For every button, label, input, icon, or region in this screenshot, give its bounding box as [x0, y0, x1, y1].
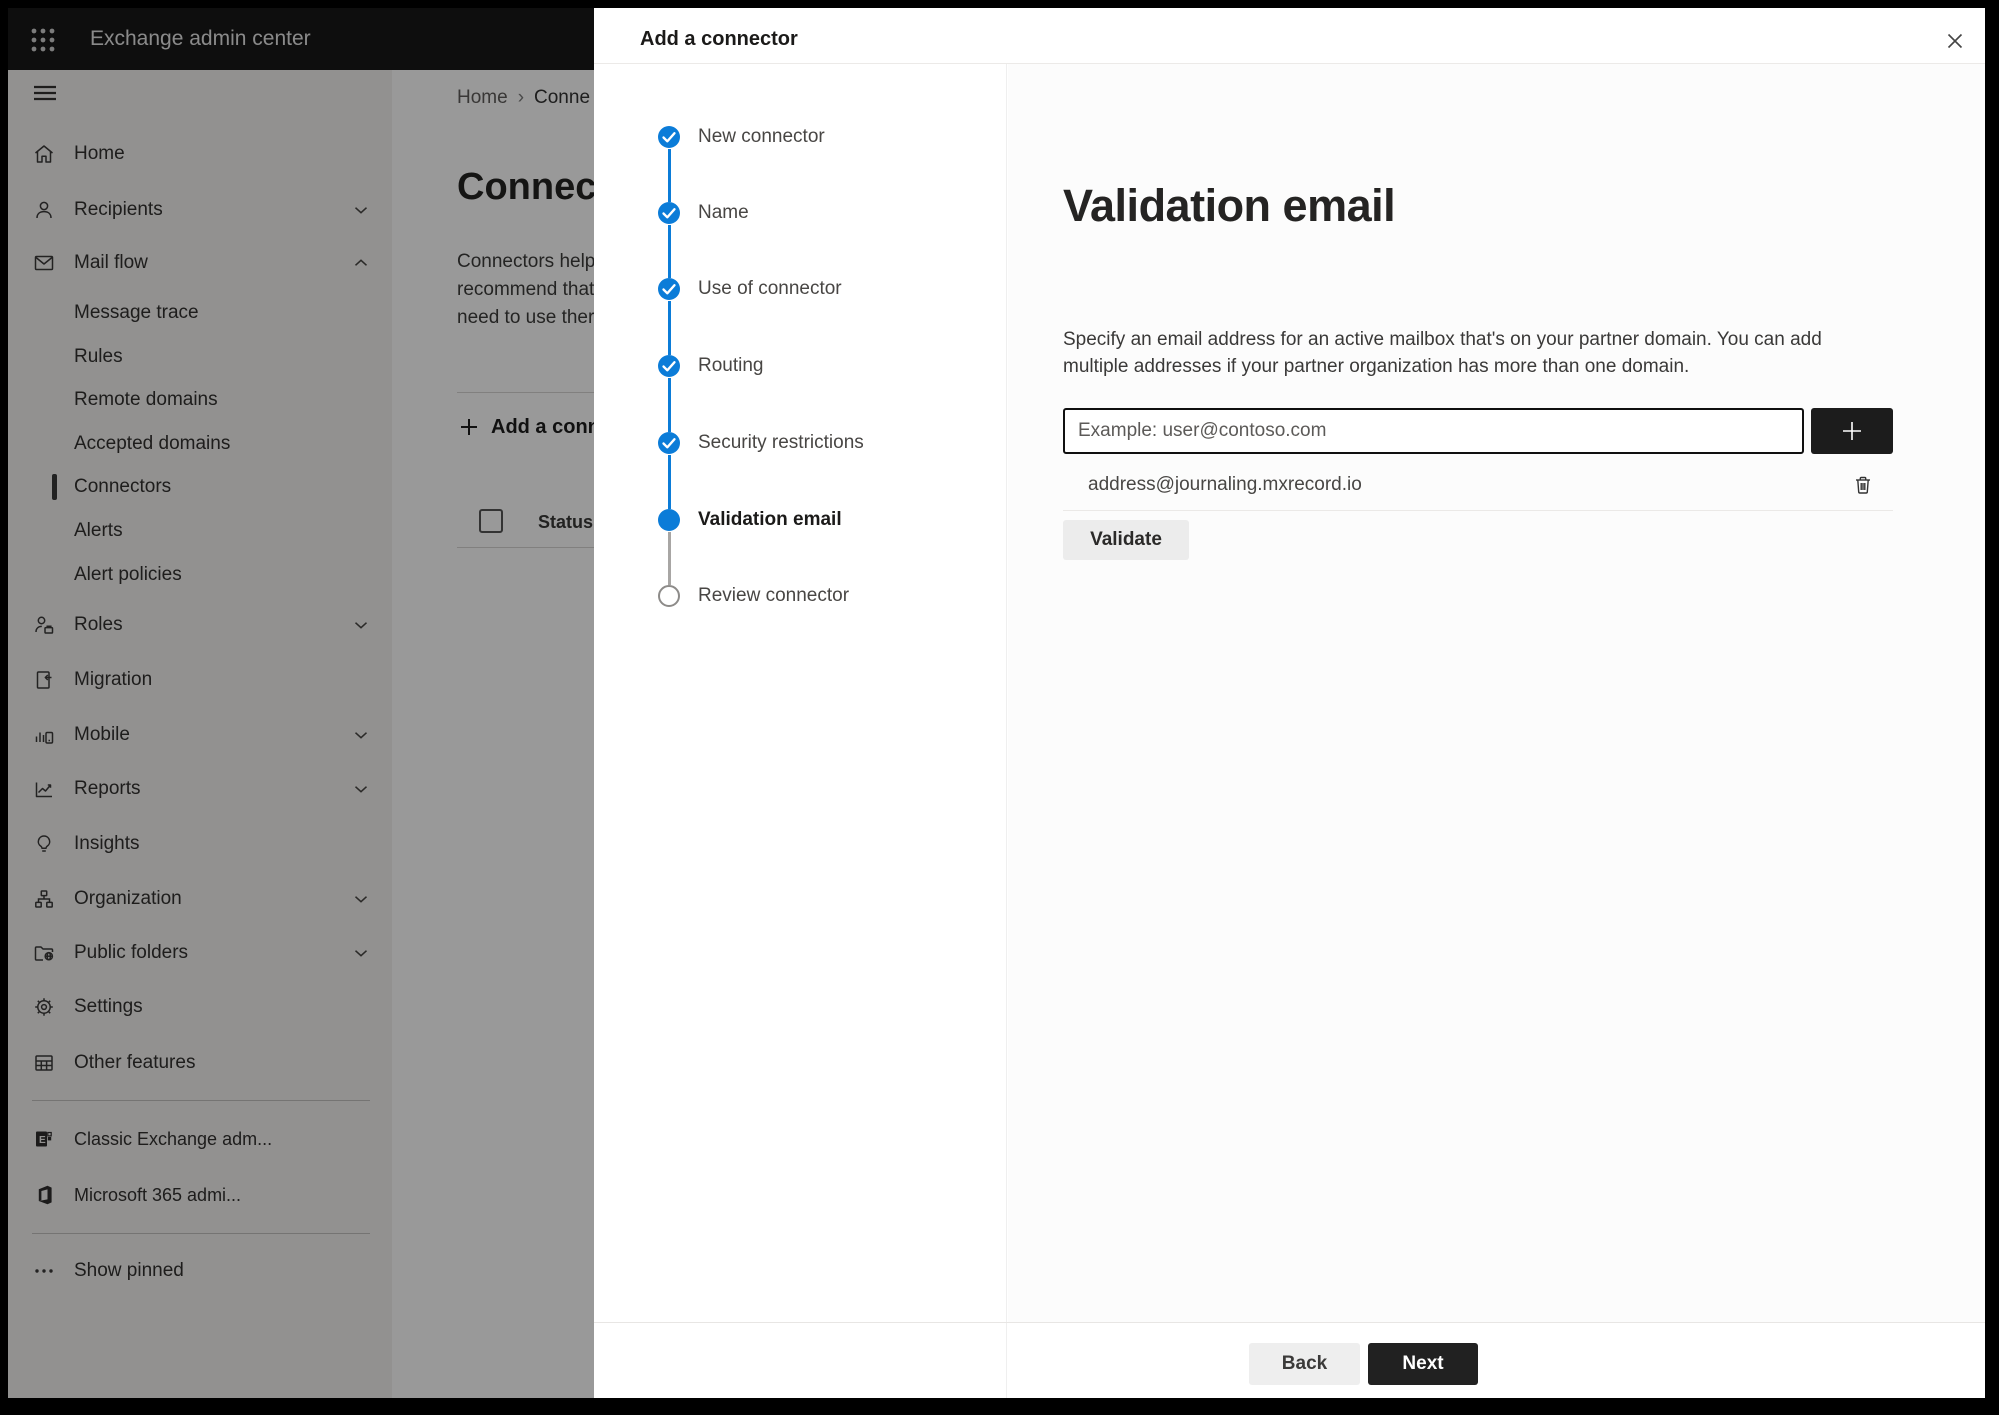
email-address-row: address@journaling.mxrecord.io	[1063, 468, 1893, 504]
step-upcoming-icon	[658, 585, 680, 607]
step-security-restrictions[interactable]: Security restrictions	[594, 421, 1007, 465]
step-completed-icon	[658, 278, 680, 300]
step-description: Specify an email address for an active m…	[1063, 329, 1822, 377]
plus-icon	[1838, 417, 1866, 445]
panel-footer-divider	[594, 1322, 1985, 1323]
add-email-button[interactable]	[1811, 408, 1893, 454]
step-new-connector[interactable]: New connector	[594, 115, 1007, 159]
close-icon[interactable]	[1941, 27, 1969, 55]
panel-title: Add a connector	[640, 28, 798, 50]
next-button[interactable]: Next	[1368, 1343, 1478, 1385]
step-review-connector[interactable]: Review connector	[594, 574, 1007, 618]
delete-address-icon[interactable]	[1849, 471, 1877, 499]
step-completed-icon	[658, 126, 680, 148]
validation-email-step-content: Validation email Specify an email addres…	[1008, 64, 1985, 1322]
email-address-input[interactable]	[1063, 408, 1804, 454]
validate-button[interactable]: Validate	[1063, 520, 1189, 560]
step-completed-icon	[658, 202, 680, 224]
back-button[interactable]: Back	[1249, 1343, 1360, 1385]
step-completed-icon	[658, 432, 680, 454]
modal-dim-overlay	[8, 8, 594, 1398]
step-routing[interactable]: Routing	[594, 344, 1007, 388]
step-completed-icon	[658, 355, 680, 377]
app-window: Exchange admin center Home Recipients Ma…	[8, 8, 1985, 1398]
add-connector-panel: Add a connector New connector Name Use o…	[594, 8, 1985, 1398]
step-heading: Validation email	[1063, 180, 1396, 231]
wizard-steps: New connector Name Use of connector Rout…	[594, 64, 1007, 1398]
email-address-value: address@journaling.mxrecord.io	[1088, 474, 1362, 495]
step-use-of-connector[interactable]: Use of connector	[594, 267, 1007, 311]
step-validation-email[interactable]: Validation email	[594, 498, 1007, 542]
step-name[interactable]: Name	[594, 191, 1007, 235]
address-list-divider	[1063, 510, 1893, 511]
step-current-icon	[658, 509, 680, 531]
screenshot-frame: Exchange admin center Home Recipients Ma…	[0, 0, 1999, 1415]
